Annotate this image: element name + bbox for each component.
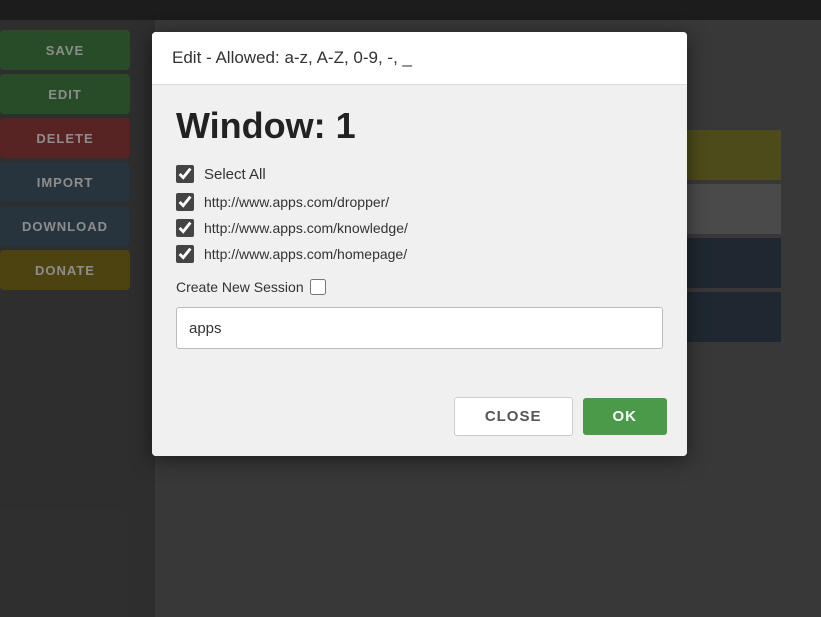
dialog-body: Window: 1 Select All http://www.apps.com… [152,85,687,385]
dialog-header-text: Edit - Allowed: a-z, A-Z, 0-9, -, _ [172,48,412,67]
url-checkbox-1[interactable] [176,193,194,211]
close-button[interactable]: CLOSE [454,397,573,436]
url-checkbox-3[interactable] [176,245,194,263]
session-checkbox[interactable] [310,279,326,295]
url-row-3: http://www.apps.com/homepage/ [176,245,663,263]
urls-section: http://www.apps.com/dropper/ http://www.… [176,193,663,263]
dialog-footer: CLOSE OK [152,385,687,456]
url-checkbox-2[interactable] [176,219,194,237]
url-row-2: http://www.apps.com/knowledge/ [176,219,663,237]
select-all-row: Select All [176,165,663,183]
url-row-1: http://www.apps.com/dropper/ [176,193,663,211]
url-label-2: http://www.apps.com/knowledge/ [204,220,408,236]
session-row: Create New Session [176,279,663,295]
url-label-1: http://www.apps.com/dropper/ [204,194,389,210]
dialog-title: Window: 1 [176,105,663,147]
edit-dialog: Edit - Allowed: a-z, A-Z, 0-9, -, _ Wind… [152,32,687,456]
url-label-3: http://www.apps.com/homepage/ [204,246,407,262]
dialog-header: Edit - Allowed: a-z, A-Z, 0-9, -, _ [152,32,687,85]
session-label: Create New Session [176,279,304,295]
session-name-input[interactable] [176,307,663,349]
select-all-label: Select All [204,166,266,183]
select-all-checkbox[interactable] [176,165,194,183]
ok-button[interactable]: OK [583,398,668,435]
